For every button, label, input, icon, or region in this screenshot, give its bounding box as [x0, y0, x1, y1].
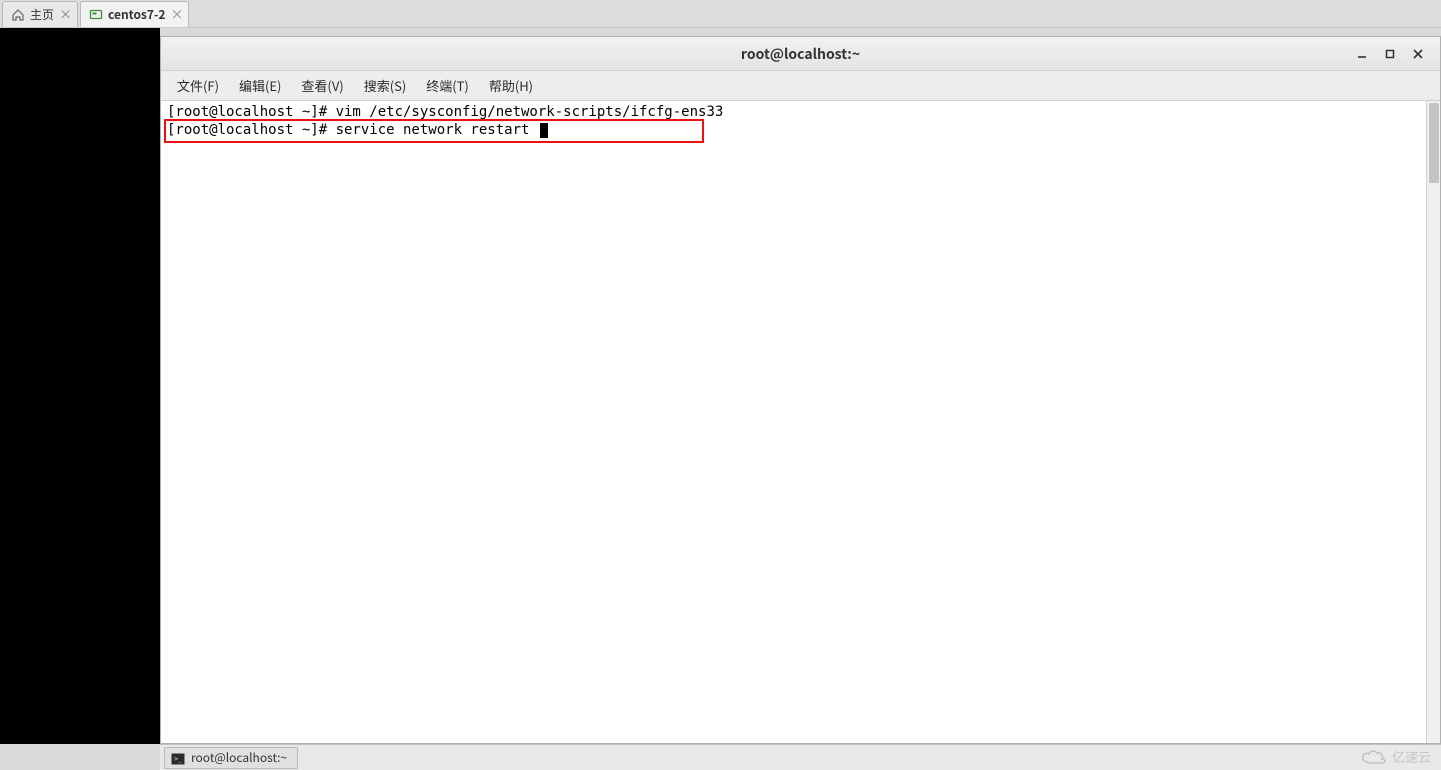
- minimize-button[interactable]: [1354, 46, 1370, 62]
- desktop-taskbar: >_ root@localhost:~: [160, 744, 1441, 770]
- taskbar-item-label: root@localhost:~: [191, 749, 287, 766]
- cloud-icon: [1360, 748, 1388, 766]
- window-controls: [1354, 37, 1436, 71]
- tab-home[interactable]: 主页 ×: [2, 1, 78, 27]
- watermark: 亿速云: [1360, 747, 1431, 766]
- close-button[interactable]: [1410, 46, 1426, 62]
- terminal-line-1: [root@localhost ~]# vim /etc/sysconfig/n…: [167, 104, 723, 120]
- menu-file[interactable]: 文件(F): [167, 72, 229, 99]
- terminal-line-2: [root@localhost ~]# service network rest…: [167, 122, 529, 138]
- close-icon[interactable]: ×: [170, 9, 182, 21]
- window-titlebar[interactable]: root@localhost:~: [161, 37, 1440, 71]
- vertical-scrollbar[interactable]: [1426, 101, 1440, 743]
- close-icon[interactable]: ×: [59, 9, 71, 21]
- taskbar-item-terminal[interactable]: >_ root@localhost:~: [164, 747, 298, 769]
- menu-bar: 文件(F) 编辑(E) 查看(V) 搜索(S) 终端(T) 帮助(H): [161, 71, 1440, 101]
- window-title: root@localhost:~: [741, 44, 860, 64]
- tab-home-label: 主页: [30, 6, 54, 23]
- scrollbar-thumb[interactable]: [1429, 103, 1439, 183]
- menu-terminal[interactable]: 终端(T): [416, 72, 479, 99]
- home-icon: [11, 8, 25, 22]
- svg-text:>_: >_: [174, 755, 183, 763]
- menu-edit[interactable]: 编辑(E): [229, 72, 291, 99]
- menu-search[interactable]: 搜索(S): [354, 72, 417, 99]
- terminal-window: root@localhost:~ 文件(F) 编辑(E) 查看(V) 搜索(S)…: [160, 36, 1441, 744]
- menu-view[interactable]: 查看(V): [291, 72, 353, 99]
- tab-vm-centos[interactable]: centos7-2 ×: [80, 1, 189, 27]
- terminal-output[interactable]: [root@localhost ~]# vim /etc/sysconfig/n…: [163, 101, 1426, 743]
- terminal-area: [root@localhost ~]# vim /etc/sysconfig/n…: [161, 101, 1440, 743]
- menu-help[interactable]: 帮助(H): [479, 72, 543, 99]
- vm-icon: [89, 8, 103, 22]
- watermark-text: 亿速云: [1392, 747, 1431, 766]
- vm-left-rail: [0, 28, 160, 744]
- maximize-button[interactable]: [1382, 46, 1398, 62]
- tab-vm-label: centos7-2: [108, 6, 165, 23]
- vm-tab-bar: 主页 × centos7-2 ×: [0, 0, 1441, 28]
- terminal-cursor: [540, 123, 548, 138]
- terminal-icon: >_: [171, 752, 185, 764]
